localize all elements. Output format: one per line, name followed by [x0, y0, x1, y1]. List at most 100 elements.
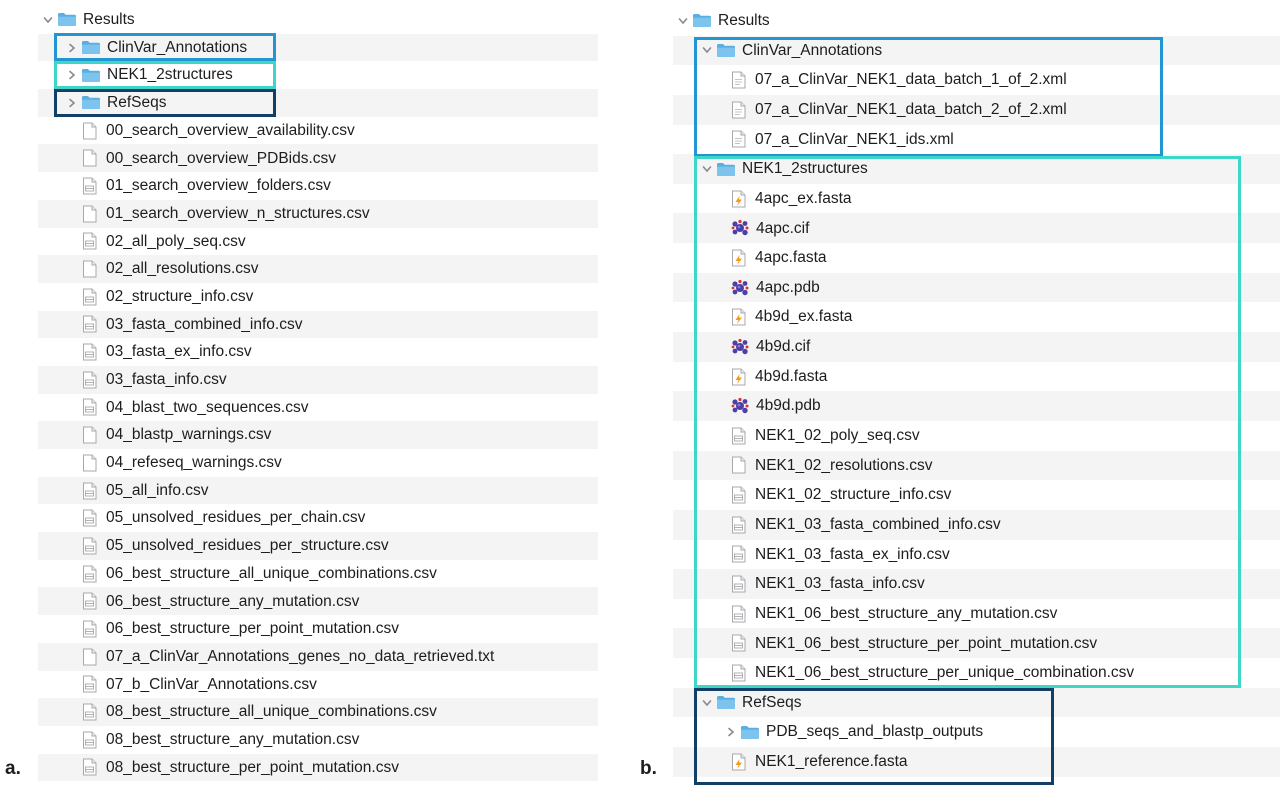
- file-row[interactable]: 02_all_resolutions.csv: [38, 255, 598, 283]
- file-name-label: 08_best_structure_per_point_mutation.csv: [106, 758, 399, 776]
- file-row[interactable]: 05_unsolved_residues_per_structure.csv: [38, 532, 598, 560]
- file-row[interactable]: 06_best_structure_any_mutation.csv: [38, 587, 598, 616]
- file-row[interactable]: NEK1_03_fasta_combined_info.csv: [673, 509, 1280, 540]
- spreadsheet-file-icon: [82, 232, 97, 250]
- file-row[interactable]: 00_search_overview_availability.csv: [38, 117, 598, 145]
- file-name-label: NEK1_03_fasta_combined_info.csv: [755, 515, 1001, 533]
- file-row[interactable]: NEK1_02_structure_info.csv: [673, 480, 1280, 510]
- file-row[interactable]: 4b9d.cif: [673, 332, 1280, 362]
- file-row[interactable]: 05_unsolved_residues_per_chain.csv: [38, 504, 598, 532]
- file-row[interactable]: 07_a_ClinVar_NEK1_ids.xml: [673, 125, 1280, 155]
- file-row[interactable]: 08_best_structure_per_point_mutation.csv: [38, 753, 598, 782]
- document-file-icon: [82, 149, 97, 167]
- fasta-file-icon: [731, 753, 746, 771]
- disclosure-chevron-right-icon[interactable]: [66, 42, 78, 54]
- file-row[interactable]: 4apc.fasta: [673, 243, 1280, 273]
- file-row[interactable]: 02_all_poly_seq.csv: [38, 228, 598, 256]
- fasta-file-icon: [731, 308, 746, 326]
- folder-row-clinvar-annotations[interactable]: ClinVar_Annotations: [673, 35, 1280, 66]
- file-row[interactable]: 06_best_structure_all_unique_combination…: [38, 560, 598, 588]
- folder-row-nek1-2structures[interactable]: NEK1_2structures: [673, 154, 1280, 184]
- file-row[interactable]: NEK1_03_fasta_info.csv: [673, 569, 1280, 599]
- file-row[interactable]: 04_blastp_warnings.csv: [38, 421, 598, 449]
- disclosure-chevron-down-icon[interactable]: [701, 163, 713, 175]
- folder-row-clinvar-annotations[interactable]: ClinVar_Annotations: [38, 33, 598, 62]
- file-row[interactable]: 04_refeseq_warnings.csv: [38, 449, 598, 477]
- folder-row-refseqs[interactable]: RefSeqs: [38, 89, 598, 117]
- file-row[interactable]: 01_search_overview_folders.csv: [38, 172, 598, 200]
- folder-row-results[interactable]: Results: [38, 6, 598, 34]
- file-row[interactable]: 4apc_ex.fasta: [673, 184, 1280, 214]
- file-name-label: 04_refeseq_warnings.csv: [106, 454, 282, 472]
- file-row[interactable]: 07_a_ClinVar_NEK1_data_batch_2_of_2.xml: [673, 94, 1280, 125]
- file-row[interactable]: 03_fasta_ex_info.csv: [38, 338, 598, 366]
- file-row[interactable]: NEK1_06_best_structure_per_unique_combin…: [673, 658, 1280, 688]
- spreadsheet-file-icon: [82, 482, 97, 500]
- file-name-label: 02_structure_info.csv: [106, 287, 254, 305]
- disclosure-chevron-right-icon[interactable]: [66, 69, 78, 81]
- document-file-icon: [731, 456, 746, 474]
- fasta-file-icon: [731, 249, 746, 267]
- spreadsheet-file-icon: [731, 486, 746, 504]
- file-row[interactable]: 4apc.cif: [673, 213, 1280, 244]
- file-row[interactable]: 08_best_structure_any_mutation.csv: [38, 726, 598, 754]
- file-row[interactable]: 4b9d.fasta: [673, 362, 1280, 392]
- file-row[interactable]: 02_structure_info.csv: [38, 283, 598, 311]
- folder-row-pdb-seqs-and-blastp-outputs[interactable]: PDB_seqs_and_blastp_outputs: [673, 717, 1280, 747]
- disclosure-chevron-down-icon[interactable]: [701, 697, 713, 709]
- folder-row-nek1-2structures[interactable]: NEK1_2structures: [38, 61, 598, 89]
- file-name-label: 02_all_poly_seq.csv: [106, 232, 246, 250]
- file-row[interactable]: NEK1_06_best_structure_any_mutation.csv: [673, 599, 1280, 629]
- file-row[interactable]: NEK1_02_resolutions.csv: [673, 450, 1280, 481]
- spreadsheet-file-icon: [82, 592, 97, 610]
- file-name-label: 06_best_structure_all_unique_combination…: [106, 564, 437, 582]
- folder-name-label: RefSeqs: [107, 94, 167, 112]
- file-name-label: 07_a_ClinVar_NEK1_data_batch_2_of_2.xml: [755, 100, 1067, 118]
- file-row[interactable]: 06_best_structure_per_point_mutation.csv: [38, 615, 598, 643]
- file-row[interactable]: 07_a_ClinVar_Annotations_genes_no_data_r…: [38, 642, 598, 671]
- file-row[interactable]: 4b9d.pdb: [673, 391, 1280, 421]
- file-row[interactable]: 01_search_overview_n_structures.csv: [38, 199, 598, 228]
- spreadsheet-file-icon: [82, 315, 97, 333]
- folder-icon: [740, 725, 760, 740]
- file-name-label: 06_best_structure_any_mutation.csv: [106, 592, 360, 610]
- disclosure-chevron-down-icon[interactable]: [42, 14, 54, 26]
- file-name-label: 06_best_structure_per_point_mutation.csv: [106, 620, 399, 638]
- folder-row-refseqs[interactable]: RefSeqs: [673, 687, 1280, 718]
- disclosure-chevron-right-icon[interactable]: [66, 97, 78, 109]
- file-row[interactable]: 4b9d_ex.fasta: [673, 302, 1280, 332]
- file-row[interactable]: 03_fasta_combined_info.csv: [38, 310, 598, 339]
- file-row[interactable]: 05_all_info.csv: [38, 476, 598, 505]
- folder-icon: [716, 695, 736, 710]
- folder-row-results[interactable]: Results: [673, 6, 1280, 36]
- fasta-file-icon: [731, 368, 746, 386]
- file-row[interactable]: NEK1_03_fasta_ex_info.csv: [673, 540, 1280, 570]
- file-row[interactable]: NEK1_02_poly_seq.csv: [673, 421, 1280, 451]
- spreadsheet-file-icon: [731, 634, 746, 652]
- file-row[interactable]: 08_best_structure_all_unique_combination…: [38, 698, 598, 726]
- file-name-label: 07_a_ClinVar_NEK1_ids.xml: [755, 130, 954, 148]
- folder-icon: [716, 43, 736, 58]
- folder-icon: [716, 162, 736, 177]
- disclosure-chevron-down-icon[interactable]: [677, 15, 689, 27]
- spreadsheet-file-icon: [731, 516, 746, 534]
- file-name-label: 03_fasta_ex_info.csv: [106, 343, 252, 361]
- file-row[interactable]: 03_fasta_info.csv: [38, 365, 598, 394]
- folder-icon: [81, 95, 101, 110]
- file-row[interactable]: NEK1_06_best_structure_per_point_mutatio…: [673, 628, 1280, 659]
- spreadsheet-file-icon: [731, 427, 746, 445]
- file-row[interactable]: 07_b_ClinVar_Annotations.csv: [38, 671, 598, 699]
- file-row[interactable]: 4apc.pdb: [673, 272, 1280, 303]
- disclosure-chevron-down-icon[interactable]: [701, 44, 713, 56]
- file-row[interactable]: NEK1_reference.fasta: [673, 747, 1280, 777]
- file-row[interactable]: 04_blast_two_sequences.csv: [38, 394, 598, 422]
- spreadsheet-file-icon: [82, 371, 97, 389]
- file-row[interactable]: 07_a_ClinVar_NEK1_data_batch_1_of_2.xml: [673, 65, 1280, 95]
- file-name-label: 4b9d_ex.fasta: [755, 308, 853, 326]
- file-name-label: 00_search_overview_PDBids.csv: [106, 149, 337, 167]
- spreadsheet-file-icon: [731, 605, 746, 623]
- disclosure-chevron-right-icon[interactable]: [725, 726, 737, 738]
- file-name-label: 01_search_overview_folders.csv: [106, 177, 331, 195]
- spreadsheet-file-icon: [731, 664, 746, 682]
- file-row[interactable]: 00_search_overview_PDBids.csv: [38, 144, 598, 173]
